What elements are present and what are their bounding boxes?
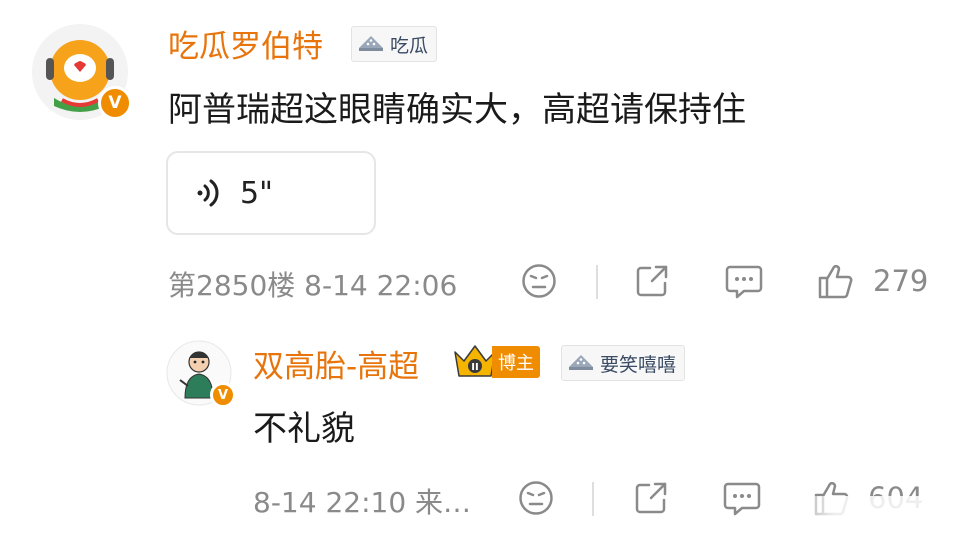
- thumbs-up-icon[interactable]: [817, 262, 855, 300]
- share-icon[interactable]: [634, 263, 670, 299]
- watermelon-icon: [359, 36, 383, 51]
- blogger-label: 博主: [492, 346, 540, 378]
- emoji-neutral-icon[interactable]: [518, 480, 554, 516]
- blogger-badge: II 博主: [452, 342, 540, 382]
- watermelon-icon: [569, 355, 593, 370]
- emoji-neutral-icon[interactable]: [521, 263, 557, 299]
- watermark-overlay: [780, 496, 960, 543]
- fan-tag-reply[interactable]: 要笑嘻嘻: [561, 345, 686, 381]
- comment-meta-main: 第2850楼 8-14 22:06: [168, 269, 458, 302]
- username-main[interactable]: 吃瓜罗伯特: [168, 21, 323, 66]
- voice-length: 5": [240, 175, 273, 211]
- fan-tag-label: 吃瓜: [390, 34, 429, 57]
- comment-text-reply: 不礼貌: [253, 409, 355, 449]
- username-reply[interactable]: 双高胎-高超: [253, 341, 419, 386]
- comment-text-main: 阿普瑞超这眼睛确实大，高超请保持住: [168, 90, 746, 130]
- verified-v-icon: V: [98, 86, 132, 120]
- share-icon[interactable]: [633, 480, 669, 516]
- comment-meta-reply: 8-14 22:10 来…: [253, 486, 472, 519]
- comment-icon[interactable]: [723, 480, 761, 516]
- verified-v-icon: V: [210, 382, 236, 408]
- divider: [596, 265, 598, 299]
- comment-icon[interactable]: [725, 263, 763, 299]
- fan-tag-label: 要笑嘻嘻: [600, 353, 677, 376]
- voice-message[interactable]: 5": [166, 151, 376, 235]
- fan-tag-main[interactable]: 吃瓜: [351, 26, 438, 62]
- like-count-main: 279: [873, 264, 929, 298]
- svg-text:II: II: [471, 362, 478, 373]
- avatar-main[interactable]: V: [32, 24, 132, 120]
- avatar-reply[interactable]: V: [166, 340, 236, 408]
- voice-wave-icon: [197, 179, 219, 207]
- divider: [592, 482, 594, 516]
